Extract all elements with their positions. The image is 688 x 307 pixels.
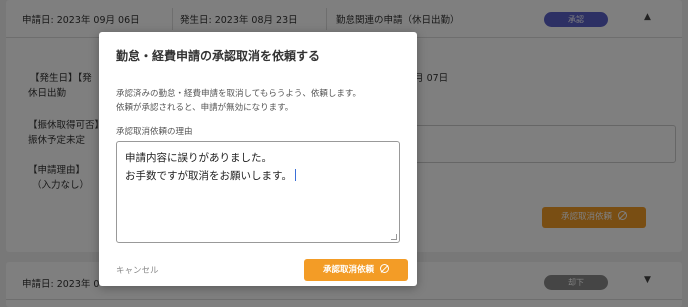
description-line: 依頼が承認されると、申請が無効になります。 [116,103,294,113]
text-cursor [294,169,296,181]
resize-handle[interactable] [391,234,397,240]
reason-text-line: 申請内容に誤りがありました。 [125,152,272,164]
reason-textarea[interactable]: 申請内容に誤りがありました。 お手数ですが取消をお願いします。 [116,141,400,243]
submit-label: 承認取消依頼 [322,265,374,275]
dialog-title: 勤怠・経費申請の承認取消を依頼する [116,49,321,63]
cancel-button[interactable]: キャンセル [116,264,159,276]
ban-icon [380,264,389,273]
reason-field-label: 承認取消依頼の理由 [116,127,193,137]
dialog-description: 承認済みの勤怠・経費申請を取消してもらうよう、依頼します。 依頼が承認されると、… [116,87,361,115]
description-line: 承認済みの勤怠・経費申請を取消してもらうよう、依頼します。 [116,89,361,99]
reason-text-line: お手数ですが取消をお願いします。 [125,167,391,185]
revoke-request-dialog: 勤怠・経費申請の承認取消を依頼する 承認済みの勤怠・経費申請を取消してもらうよう… [99,32,417,286]
submit-revoke-request-button[interactable]: 承認取消依頼 [304,259,408,281]
